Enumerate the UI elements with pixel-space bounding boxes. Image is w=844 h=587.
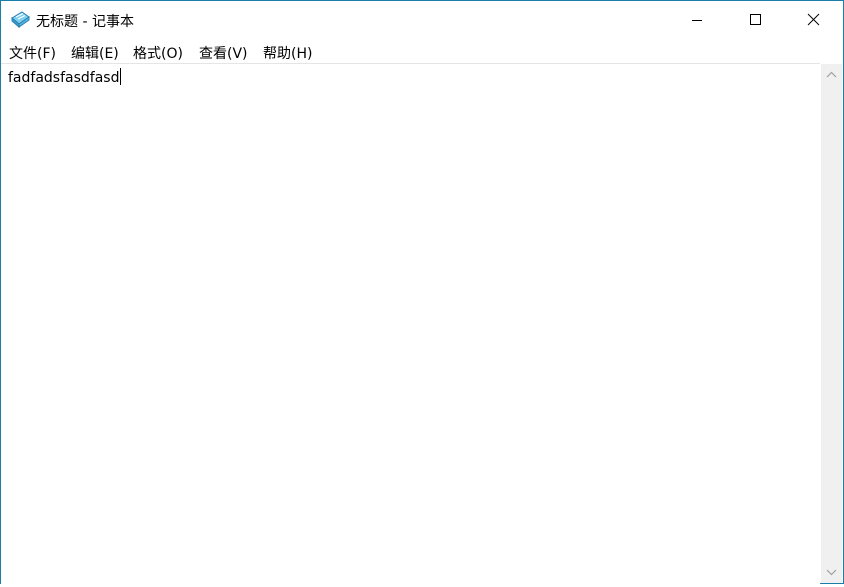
- vertical-scrollbar[interactable]: [821, 64, 842, 583]
- notepad-icon[interactable]: [10, 10, 31, 29]
- menu-format[interactable]: 格式(O): [133, 43, 183, 63]
- scroll-down-button[interactable]: [821, 562, 842, 583]
- menu-help[interactable]: 帮助(H): [263, 43, 312, 63]
- editor-content: fadfadsfasdfasd: [8, 70, 120, 86]
- minimize-button[interactable]: [668, 1, 726, 39]
- menu-file[interactable]: 文件(F): [9, 43, 56, 63]
- editor-content-line[interactable]: fadfadsfasdfasd: [8, 68, 122, 86]
- close-button[interactable]: [785, 1, 843, 39]
- menu-view[interactable]: 查看(V): [199, 43, 248, 63]
- close-icon: [807, 13, 820, 26]
- menu-bar: 文件(F) 编辑(E) 格式(O) 查看(V) 帮助(H): [1, 39, 843, 63]
- chevron-up-icon: [826, 71, 837, 78]
- title-bar[interactable]: 无标题 - 记事本: [1, 1, 843, 39]
- scroll-up-button[interactable]: [821, 64, 842, 85]
- text-caret: [120, 68, 122, 85]
- minimize-icon: [692, 20, 702, 21]
- notepad-window: 无标题 - 记事本 文件(F) 编辑(E) 格式(O) 查看(V) 帮助(H) …: [0, 0, 844, 584]
- menu-edit[interactable]: 编辑(E): [71, 43, 119, 63]
- maximize-button[interactable]: [726, 1, 784, 39]
- maximize-icon: [750, 14, 761, 25]
- chevron-down-icon: [826, 569, 837, 576]
- window-title: 无标题 - 记事本: [36, 14, 134, 30]
- text-editor[interactable]: fadfadsfasdfasd: [1, 63, 820, 584]
